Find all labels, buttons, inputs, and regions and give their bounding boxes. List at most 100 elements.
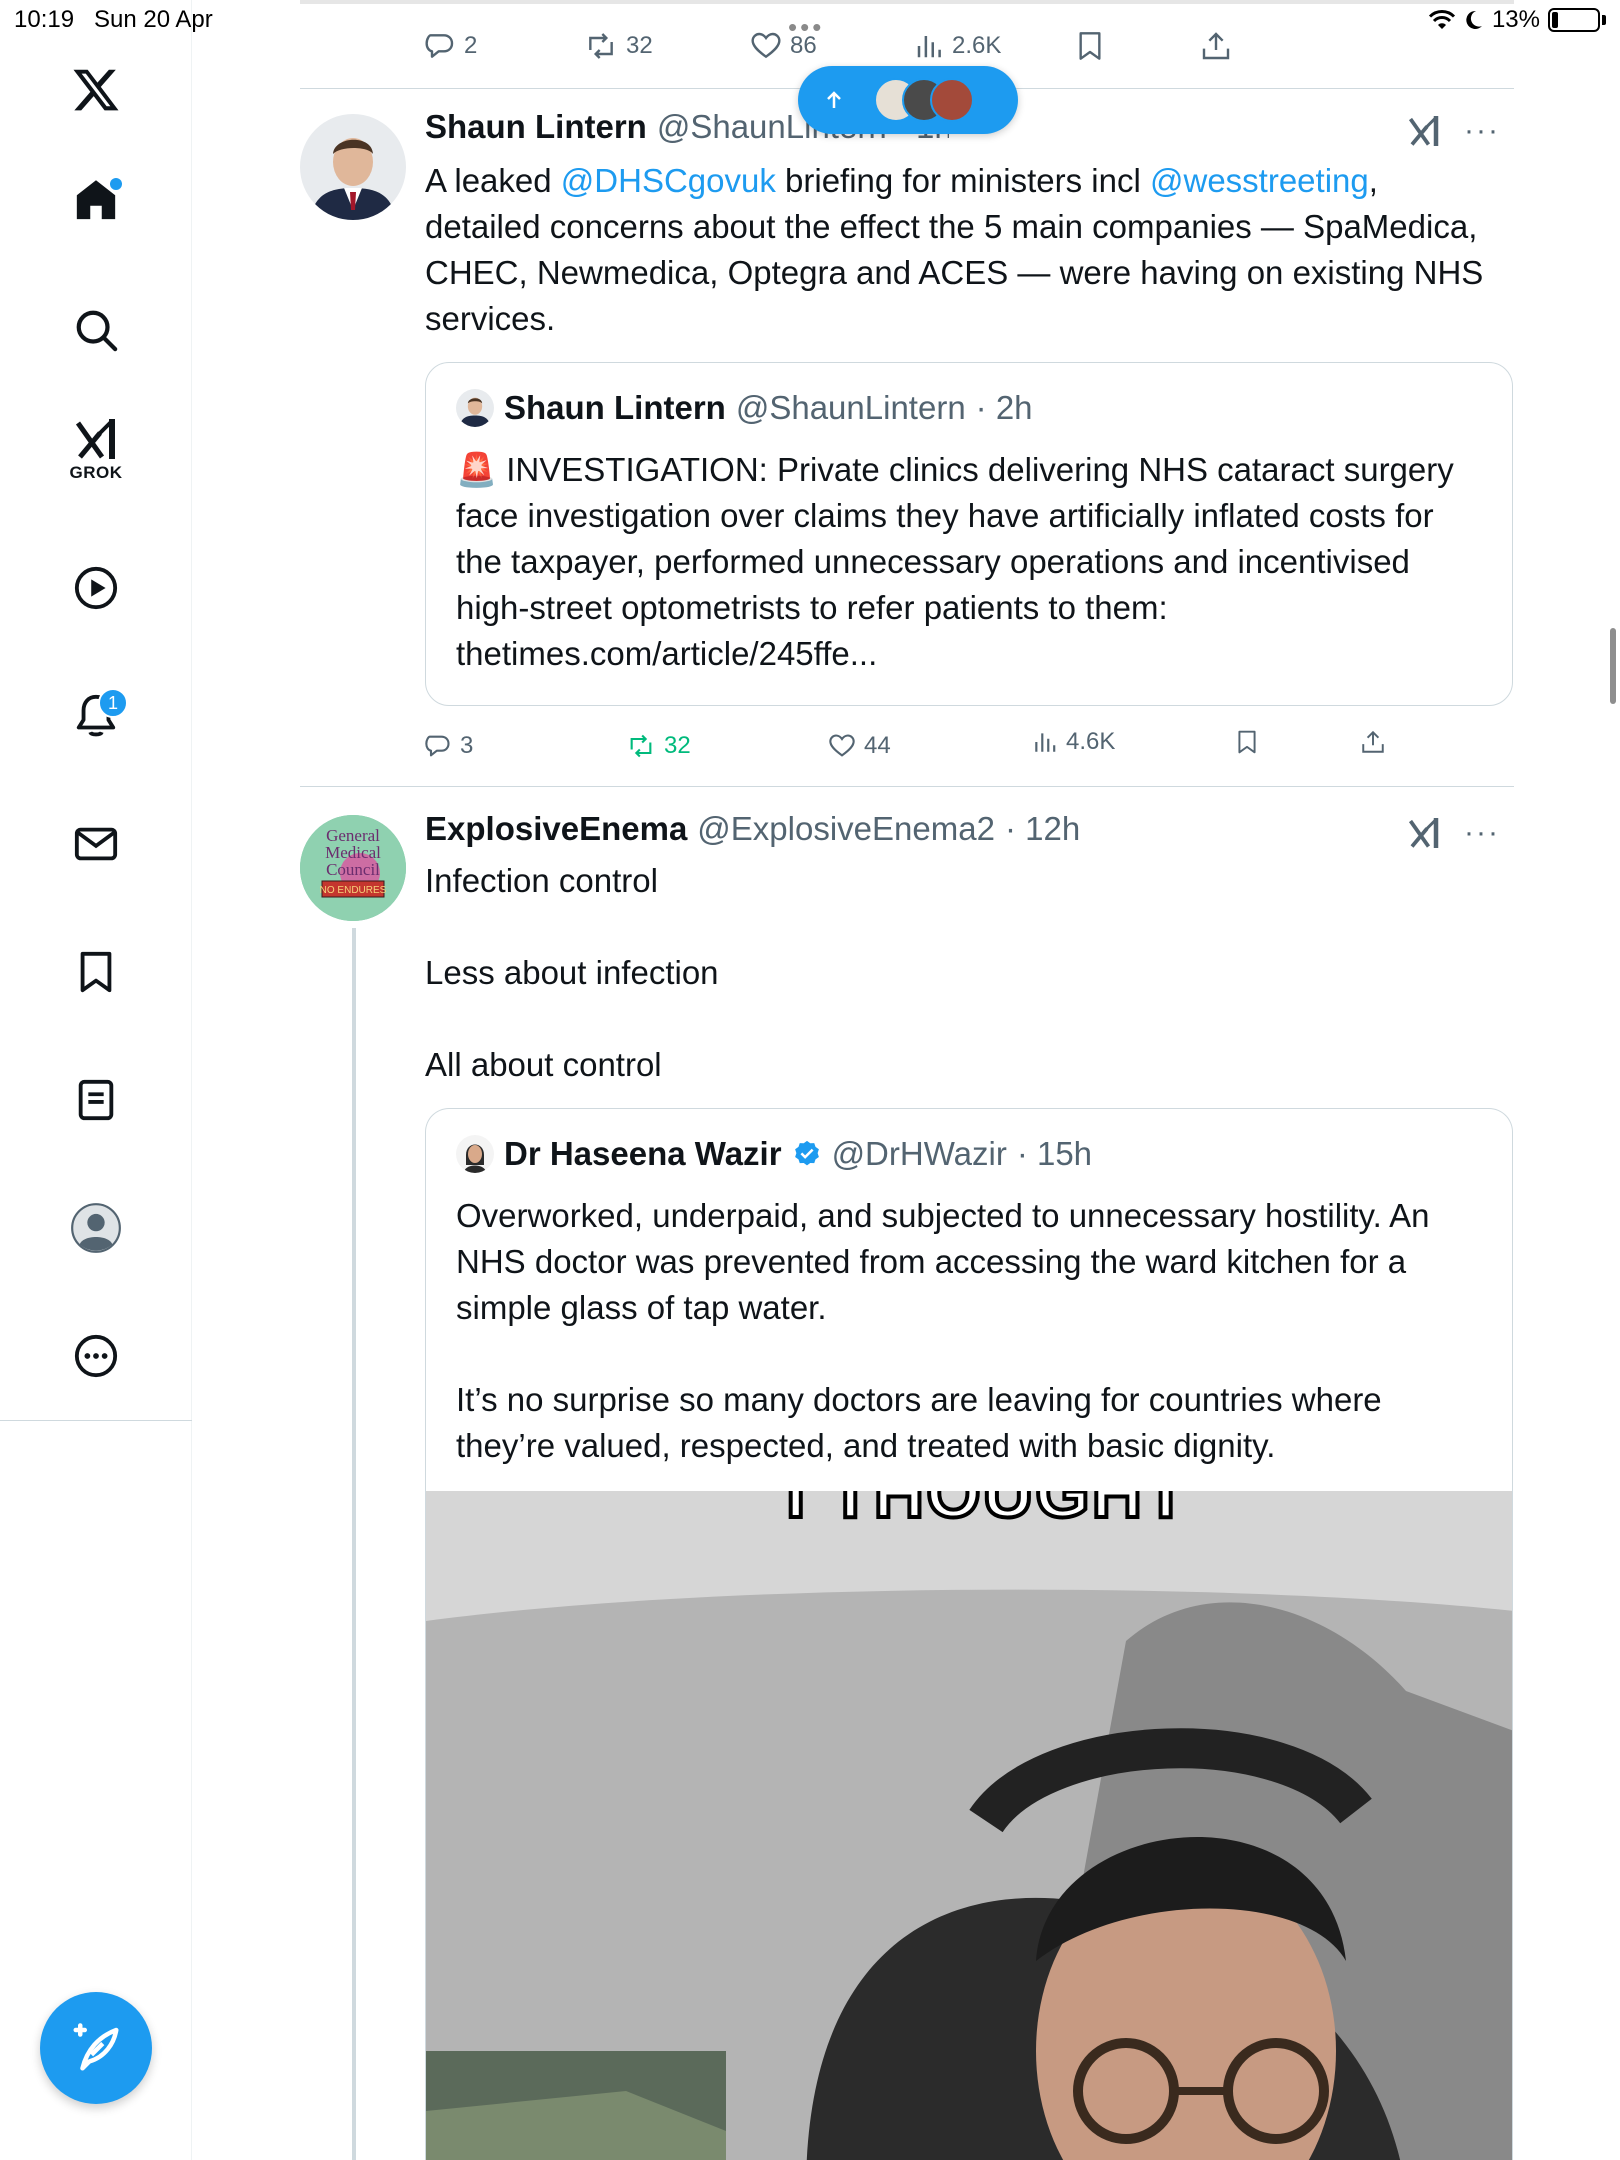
avatar-photo-icon xyxy=(456,389,494,427)
previous-tweet-media-edge xyxy=(300,0,1514,4)
tweet-header: ExplosiveEnema @ExplosiveEnema2 · 12h xyxy=(425,810,1080,848)
sidebar-item-explore[interactable] xyxy=(56,290,136,370)
x-logo-icon xyxy=(73,69,119,111)
repost-button[interactable]: 32 xyxy=(626,726,691,766)
quote-time: · 15h xyxy=(1016,1135,1093,1172)
new-posts-button[interactable] xyxy=(798,66,1018,134)
bookmark-icon xyxy=(80,951,112,993)
quote-tweet[interactable]: Dr Haseena Wazir @DrHWazir · 15h Overwor… xyxy=(425,1108,1513,2160)
grok-icon xyxy=(75,419,115,459)
home-unread-dot xyxy=(110,178,122,190)
thread-line xyxy=(352,928,356,2160)
tweet-text-segment: A leaked xyxy=(425,162,561,199)
bookmark-icon xyxy=(1238,730,1256,754)
sidebar-divider xyxy=(0,1420,192,1421)
grok-icon[interactable] xyxy=(1406,114,1442,148)
quote-time: · 2h xyxy=(975,389,1033,426)
views-button[interactable]: 2.6K xyxy=(914,26,1001,66)
quote-video[interactable]: I THOUGHT xyxy=(426,1491,1512,2160)
like-count: 44 xyxy=(864,732,891,759)
heart-icon xyxy=(829,734,855,757)
bookmark-button[interactable] xyxy=(1234,722,1260,762)
reply-icon xyxy=(425,735,450,757)
avatar[interactable]: General Medical Council NO ENDURES xyxy=(300,815,406,921)
reply-count: 2 xyxy=(464,32,478,59)
sidebar-item-bookmarks[interactable] xyxy=(56,932,136,1012)
share-icon xyxy=(1202,32,1230,60)
quote-text: Overworked, underpaid, and subjected to … xyxy=(456,1193,1486,1469)
views-chart-icon xyxy=(917,36,941,58)
share-button[interactable] xyxy=(1200,26,1232,66)
grok-icon[interactable] xyxy=(1406,816,1442,850)
video-caption: I THOUGHT xyxy=(784,1491,1189,1534)
tweet-corner-actions: ··· xyxy=(1406,114,1500,148)
more-options-icon[interactable]: ··· xyxy=(1464,114,1500,148)
more-options-icon[interactable]: ··· xyxy=(1464,816,1500,850)
quote-header: Dr Haseena Wazir @DrHWazir · 15h xyxy=(456,1135,1092,1173)
quote-display-name: Shaun Lintern xyxy=(504,389,726,426)
reply-count: 3 xyxy=(460,732,474,759)
quote-header: Shaun Lintern @ShaunLintern · 2h xyxy=(456,389,1033,427)
sidebar-item-video[interactable] xyxy=(56,548,136,628)
tweet-text-segment: briefing for ministers incl xyxy=(775,162,1150,199)
profile-avatar-icon xyxy=(71,1203,121,1253)
quote-tweet[interactable]: Shaun Lintern @ShaunLintern · 2h 🚨 INVES… xyxy=(425,362,1513,706)
display-name[interactable]: ExplosiveEnema xyxy=(425,810,687,848)
views-chart-icon xyxy=(1035,733,1056,752)
sidebar-item-grok[interactable]: GROK xyxy=(56,410,136,490)
avatar-photo-icon xyxy=(300,114,406,220)
sidebar-item-profile[interactable] xyxy=(56,1188,136,1268)
more-circle-icon xyxy=(74,1334,118,1378)
repost-icon xyxy=(589,33,613,59)
views-button[interactable]: 4.6K xyxy=(1032,722,1115,762)
sidebar-item-more[interactable] xyxy=(56,1316,136,1396)
new-post-avatar xyxy=(930,78,974,122)
quote-paragraph: It’s no surprise so many doctors are lea… xyxy=(456,1381,1382,1464)
multitasking-grabber-icon[interactable]: ••• xyxy=(788,12,824,43)
heart-icon xyxy=(751,32,781,59)
avatar-photo-icon xyxy=(456,1135,494,1173)
quote-text-body: INVESTIGATION: Private clinics deliverin… xyxy=(456,451,1454,672)
x-logo[interactable] xyxy=(56,50,136,130)
scroll-indicator[interactable] xyxy=(1610,628,1616,704)
sidebar-item-notifications[interactable]: 1 xyxy=(56,676,136,756)
repost-count: 32 xyxy=(664,732,691,759)
notifications-badge: 1 xyxy=(98,688,128,718)
battery-icon xyxy=(1548,8,1600,32)
tweet-corner-actions: ··· xyxy=(1406,816,1500,850)
sidebar: GROK 1 xyxy=(0,0,192,2160)
mention-link[interactable]: @wesstreeting xyxy=(1150,162,1369,199)
search-icon xyxy=(76,310,118,352)
timeline: 2 32 86 2.6K Shaun Lintern @ShaunLintern… xyxy=(300,0,1514,2160)
grok-label: GROK xyxy=(69,463,123,482)
compose-button[interactable] xyxy=(40,1992,152,2104)
envelope-icon xyxy=(74,827,118,861)
tweet-actions: 3 32 44 4.6K xyxy=(424,726,1514,766)
avatar-text-3: Council xyxy=(326,860,380,879)
reply-button[interactable]: 3 xyxy=(424,726,473,766)
reply-icon xyxy=(425,34,454,58)
sidebar-item-messages[interactable] xyxy=(56,804,136,884)
tweet-line: Infection control xyxy=(425,862,658,899)
share-button[interactable] xyxy=(1360,722,1386,762)
views-count: 2.6K xyxy=(952,32,1002,59)
bookmark-button[interactable] xyxy=(1074,26,1106,66)
like-button[interactable]: 44 xyxy=(828,726,891,766)
siren-emoji: 🚨 xyxy=(456,451,498,488)
tweet-divider xyxy=(300,786,1514,787)
list-icon xyxy=(78,1079,114,1121)
avatar[interactable] xyxy=(300,114,406,220)
mention-link[interactable]: @DHSCgovuk xyxy=(561,162,776,199)
repost-button[interactable]: 32 xyxy=(584,26,653,66)
gmc-logo-avatar-icon: General Medical Council NO ENDURES xyxy=(300,815,406,921)
video-frame-illustration xyxy=(426,1491,1512,2160)
sidebar-item-home[interactable] xyxy=(56,160,136,240)
sidebar-item-lists[interactable] xyxy=(56,1060,136,1140)
arrow-up-icon xyxy=(827,91,841,108)
display-name[interactable]: Shaun Lintern xyxy=(425,108,647,146)
reply-button[interactable]: 2 xyxy=(424,26,477,66)
handle[interactable]: @ExplosiveEnema2 xyxy=(697,810,995,848)
tweet-time[interactable]: · 12h xyxy=(1005,810,1080,848)
tweet-line: All about control xyxy=(425,1046,662,1083)
compose-feather-icon xyxy=(73,2023,119,2071)
